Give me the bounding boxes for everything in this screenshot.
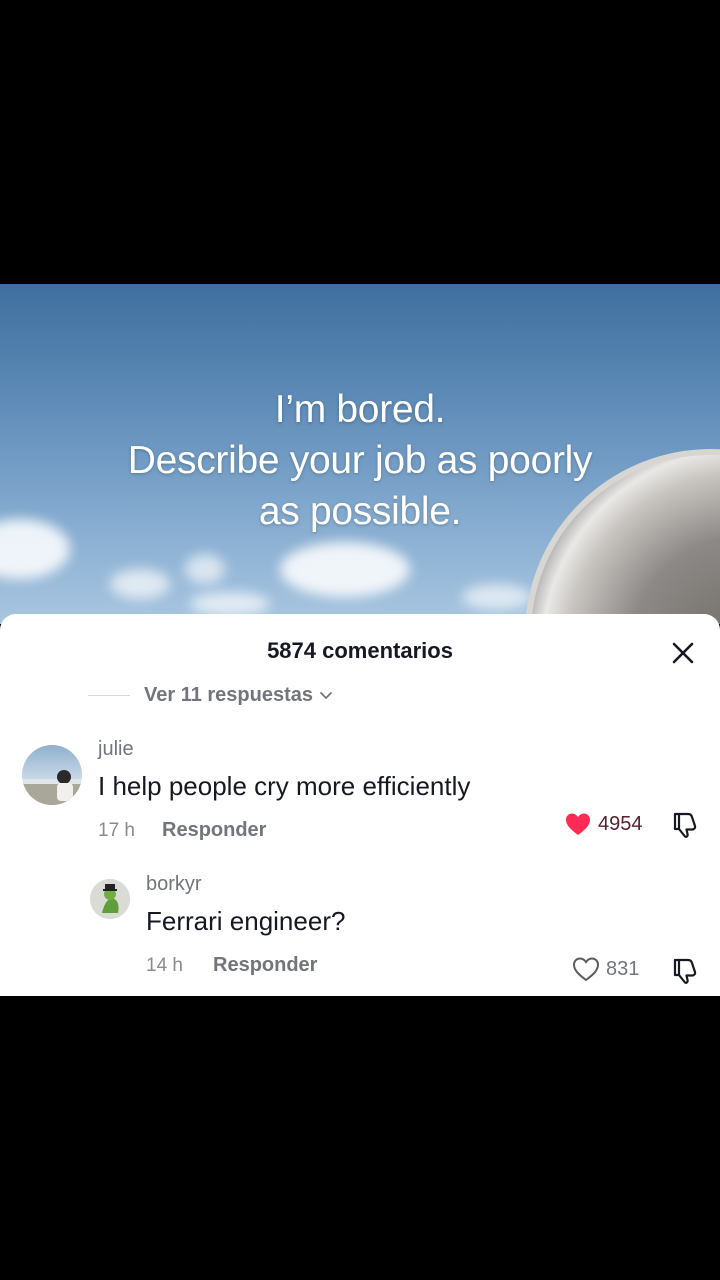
video-caption: I’m bored. Describe your job as poorly a… (0, 384, 720, 537)
caption-line: I’m bored. (274, 388, 446, 431)
view-replies-label: Ver 11 respuestas (144, 684, 314, 706)
heart-outline-icon (572, 957, 600, 982)
avatar[interactable] (22, 745, 82, 805)
dislike-icon (673, 958, 697, 984)
like-count: 4954 (598, 812, 643, 835)
caption-line: as possible. (258, 490, 462, 533)
avatar[interactable] (90, 879, 130, 919)
cloud (190, 592, 270, 616)
comment-timestamp: 17 h (98, 820, 135, 841)
cloud (185, 554, 225, 584)
like-button[interactable]: 4954 (564, 811, 643, 837)
chevron-down-icon (319, 691, 333, 701)
dislike-button[interactable] (670, 956, 700, 986)
view-replies-button[interactable]: Ver 11 respuestas (88, 684, 333, 707)
dislike-button[interactable] (670, 810, 700, 840)
caption-line: Describe your job as poorly (127, 439, 593, 482)
comment-timestamp: 14 h (146, 955, 183, 976)
divider (88, 695, 130, 696)
reply-button[interactable]: Responder (213, 954, 317, 977)
comments-sheet: 5874 comentarios Ver 11 respuestas julie… (0, 614, 720, 996)
like-count: 831 (606, 957, 640, 980)
comment-username[interactable]: julie (98, 738, 134, 761)
cloud (110, 569, 170, 599)
cloud (462, 584, 532, 610)
reply-button[interactable]: Responder (162, 819, 266, 842)
video-frame[interactable]: I’m bored. Describe your job as poorly a… (0, 284, 720, 624)
comment-username[interactable]: borkyr (146, 873, 202, 896)
comments-count-title: 5874 comentarios (267, 638, 453, 663)
close-icon (672, 642, 694, 664)
close-button[interactable] (668, 638, 698, 668)
comment-text: Ferrari engineer? (146, 906, 346, 936)
cloud (280, 542, 410, 597)
like-button[interactable]: 831 (572, 956, 639, 982)
comment-text: I help people cry more efficiently (98, 771, 471, 801)
dislike-icon (673, 812, 697, 838)
heart-filled-icon (566, 813, 590, 835)
